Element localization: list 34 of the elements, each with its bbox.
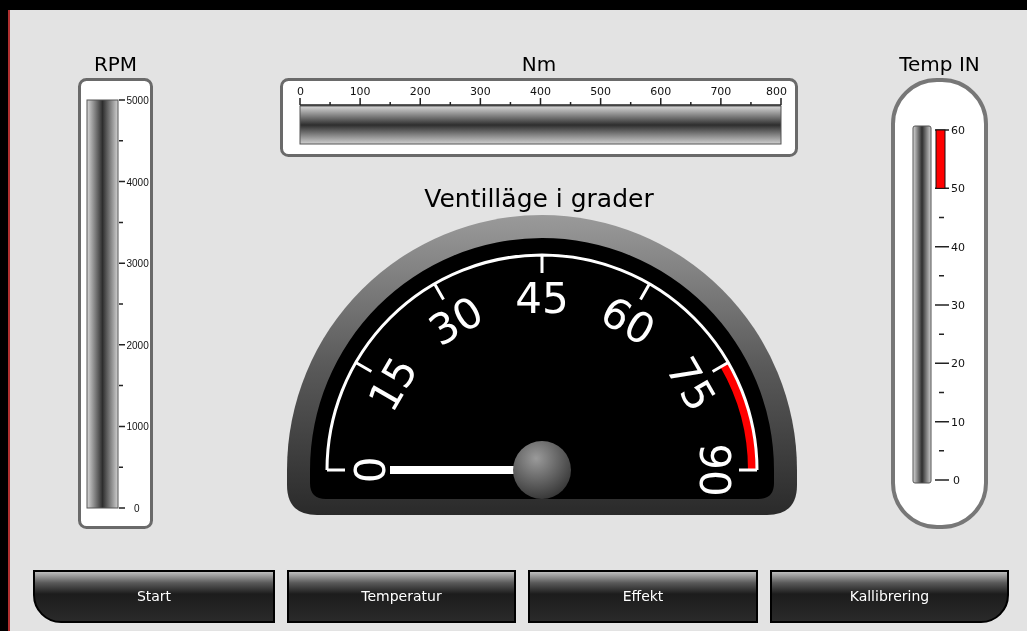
scale-label: 200 xyxy=(409,85,431,98)
scale-label: 300 xyxy=(469,85,491,98)
scale-label: 90 xyxy=(689,443,739,497)
scale-label: 4000 xyxy=(126,176,149,188)
scale-label: 800 xyxy=(766,85,787,98)
nav-button[interactable]: Effekt xyxy=(528,570,758,623)
scale-label: 100 xyxy=(349,85,371,98)
scale-label: 50 xyxy=(951,182,965,196)
gauge-title: Nm xyxy=(521,52,557,76)
nav-button[interactable]: Temperatur xyxy=(287,570,516,623)
nav-button[interactable]: Start xyxy=(33,570,275,623)
needle-hub xyxy=(513,441,571,499)
scale-label: 30 xyxy=(951,299,965,312)
gauge-title: Ventilläge i grader xyxy=(424,183,654,215)
gauge-title: Temp IN xyxy=(899,52,980,76)
scale-label: 400 xyxy=(530,85,551,98)
scale-label: 0 xyxy=(134,503,140,514)
scale-label: 500 xyxy=(590,85,612,98)
scale-label: 45 xyxy=(515,273,569,323)
scale-label: 1000 xyxy=(126,421,149,433)
scale-label: 0 xyxy=(953,474,960,487)
scale-label: 0 xyxy=(345,456,395,484)
scale-label: 700 xyxy=(710,85,732,98)
scale-label: 60 xyxy=(951,124,965,137)
nav-button[interactable]: Kallibrering xyxy=(770,570,1009,623)
scale-label: 3000 xyxy=(126,258,149,270)
scale-label: 40 xyxy=(951,240,965,254)
gauge-title: RPM xyxy=(93,52,138,76)
scale-label: 600 xyxy=(650,85,672,98)
scale-label: 0 xyxy=(297,85,304,98)
scale-label: 2000 xyxy=(126,339,149,351)
scale-label: 5000 xyxy=(126,95,149,106)
scale-label: 20 xyxy=(951,357,965,371)
scale-label: 10 xyxy=(951,415,965,429)
